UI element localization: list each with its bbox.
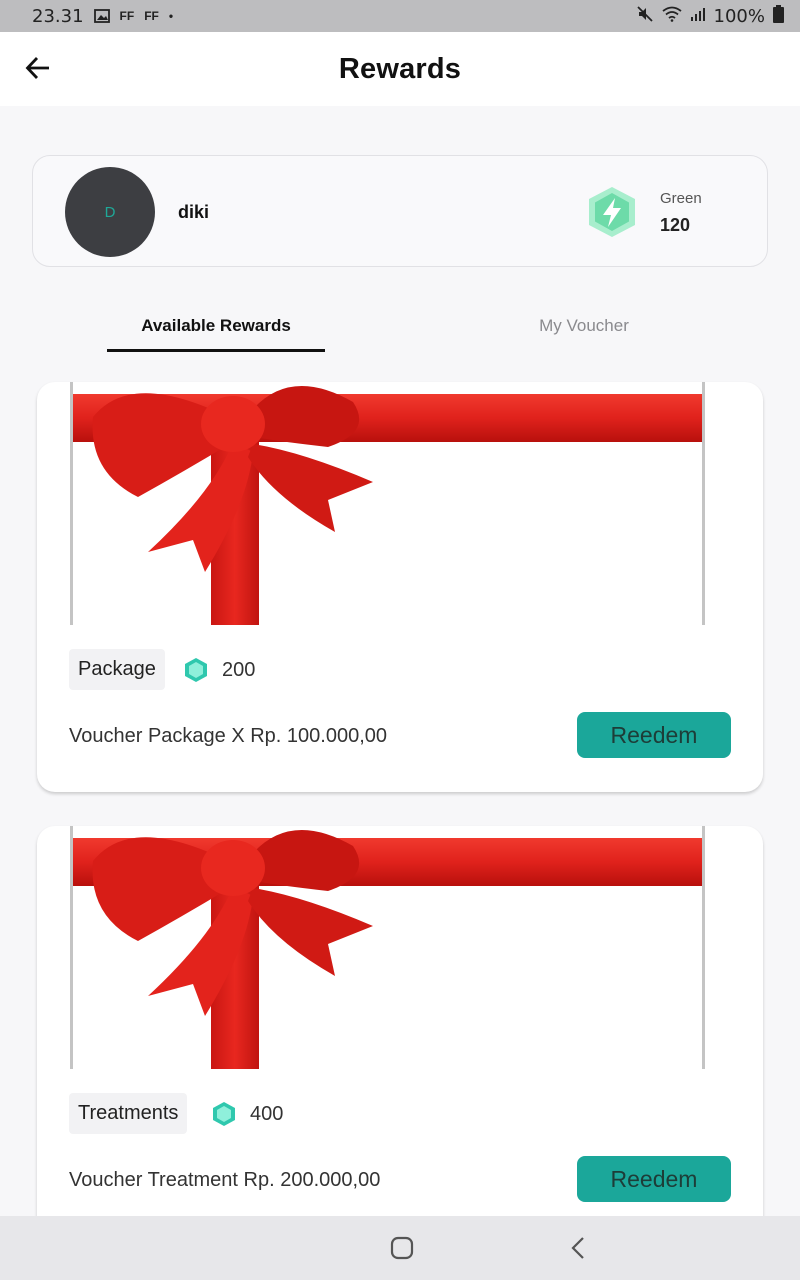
tier-label: Green — [660, 190, 702, 207]
reward-cost: 400 — [212, 1101, 283, 1127]
profile-card: D diki Green 120 — [32, 155, 768, 267]
back-chevron-icon[interactable] — [567, 1236, 589, 1260]
back-button[interactable] — [22, 52, 54, 84]
mute-icon — [636, 5, 654, 28]
username: diki — [178, 202, 210, 222]
category-chip: Treatments — [69, 1093, 188, 1134]
notification-ff-2: FF — [144, 9, 159, 23]
page-title: Rewards — [338, 52, 462, 85]
redeem-button[interactable]: Reedem — [577, 1156, 731, 1202]
reward-title: Voucher Treatment Rp. 200.000,00 — [69, 1169, 381, 1191]
category-chip: Package — [69, 649, 165, 690]
reward-card[interactable]: Treatments 400 Voucher Treatment Rp. 200… — [37, 826, 763, 1236]
signal-icon — [690, 6, 706, 27]
notification-dot: • — [168, 9, 174, 23]
reward-cost: 200 — [184, 657, 255, 683]
status-bar: 23.31 FF FF • 100% — [0, 0, 800, 32]
gift-ribbon-image — [70, 382, 705, 625]
wifi-icon — [661, 6, 682, 27]
points-balance: 120 — [660, 215, 691, 235]
status-left: 23.31 FF FF • — [32, 6, 173, 27]
app-bar: Rewards — [0, 32, 800, 106]
home-square-icon[interactable] — [390, 1236, 414, 1260]
active-tab-indicator — [107, 349, 325, 352]
avatar[interactable]: D — [65, 167, 155, 257]
arrow-left-icon — [25, 57, 49, 79]
rewards-tabs: Available Rewards My Voucher — [0, 300, 800, 356]
battery-percent: 100% — [713, 5, 765, 27]
points-hexagon-icon — [185, 658, 207, 682]
lightning-hexagon-icon — [589, 187, 635, 237]
points-hexagon-icon — [213, 1102, 235, 1126]
redeem-button[interactable]: Reedem — [577, 712, 731, 758]
cost-value: 400 — [250, 1102, 284, 1125]
reward-card[interactable]: Package 200 Voucher Package X Rp. 100.00… — [37, 382, 763, 792]
notification-ff-1: FF — [119, 9, 135, 23]
system-nav-bar — [0, 1216, 800, 1280]
status-right: 100% — [636, 4, 784, 28]
tab-available-rewards[interactable]: Available Rewards — [107, 300, 325, 352]
status-time: 23.31 — [32, 5, 84, 27]
gallery-notification-icon — [93, 8, 110, 24]
battery-icon — [773, 4, 784, 28]
cost-value: 200 — [222, 658, 256, 681]
tab-my-voucher[interactable]: My Voucher — [475, 300, 693, 352]
reward-title: Voucher Package X Rp. 100.000,00 — [69, 725, 388, 747]
gift-ribbon-image — [70, 826, 705, 1069]
